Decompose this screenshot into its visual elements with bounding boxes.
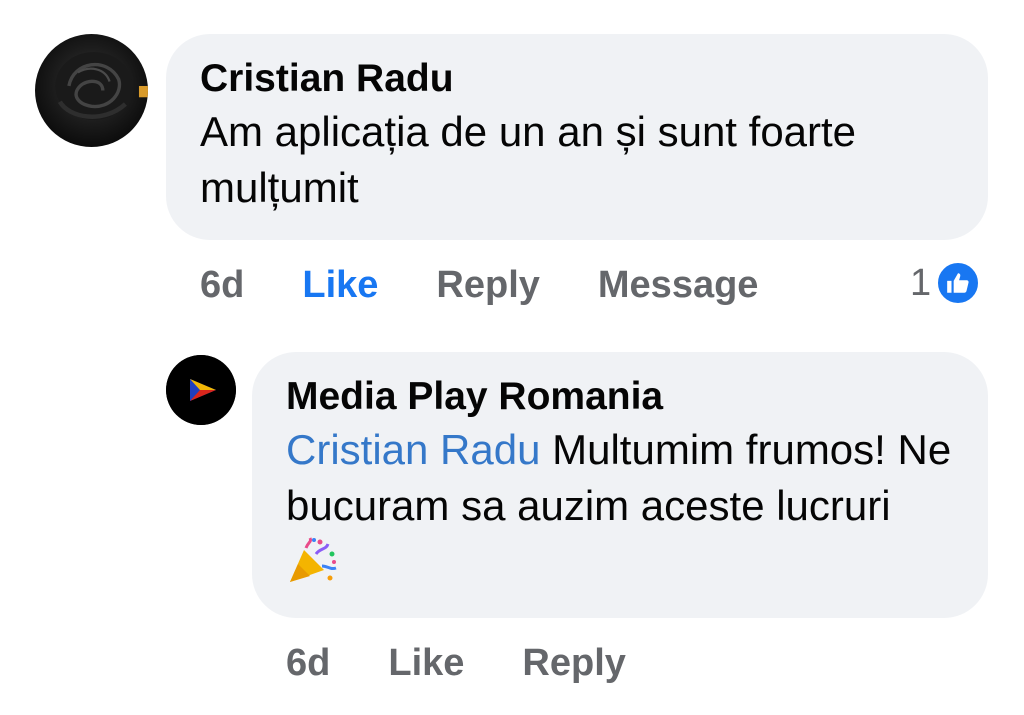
reply-bubble: Media Play Romania Cristian Radu Multumi… (252, 352, 988, 618)
comment-timestamp[interactable]: 6d (200, 264, 244, 307)
comment-thread: Cristian Radu Am aplicația de un an și s… (0, 0, 1024, 715)
reply-button[interactable]: Reply (436, 264, 539, 307)
reply-like-button[interactable]: Like (388, 642, 464, 685)
thumbs-up-icon (935, 260, 982, 306)
comment-author[interactable]: Cristian Radu (200, 54, 954, 104)
party-popper-icon (286, 536, 338, 584)
mention-link[interactable]: Cristian Radu (286, 426, 540, 473)
reply-timestamp[interactable]: 6d (286, 642, 330, 685)
message-button[interactable]: Message (598, 264, 759, 307)
black-rose-icon (55, 52, 148, 120)
reply-reply-button[interactable]: Reply (522, 642, 625, 685)
comment-actions: 6d Like Reply Message (200, 260, 758, 310)
play-logo-icon (166, 355, 236, 425)
reaction-count: 1 (910, 261, 932, 304)
comment-bubble: Cristian Radu Am aplicația de un an și s… (166, 34, 988, 240)
comment-text: Am aplicația de un an și sunt foarte mul… (200, 108, 857, 211)
reply-actions: 6d Like Reply (286, 638, 626, 688)
reply-text: Cristian Radu Multumim frumos! Ne bucura… (286, 422, 954, 590)
reply-avatar[interactable] (166, 355, 236, 425)
reaction-summary[interactable]: 1 (910, 258, 982, 308)
avatar[interactable] (35, 34, 148, 147)
like-button[interactable]: Like (302, 264, 378, 307)
reply-author[interactable]: Media Play Romania (286, 372, 954, 422)
